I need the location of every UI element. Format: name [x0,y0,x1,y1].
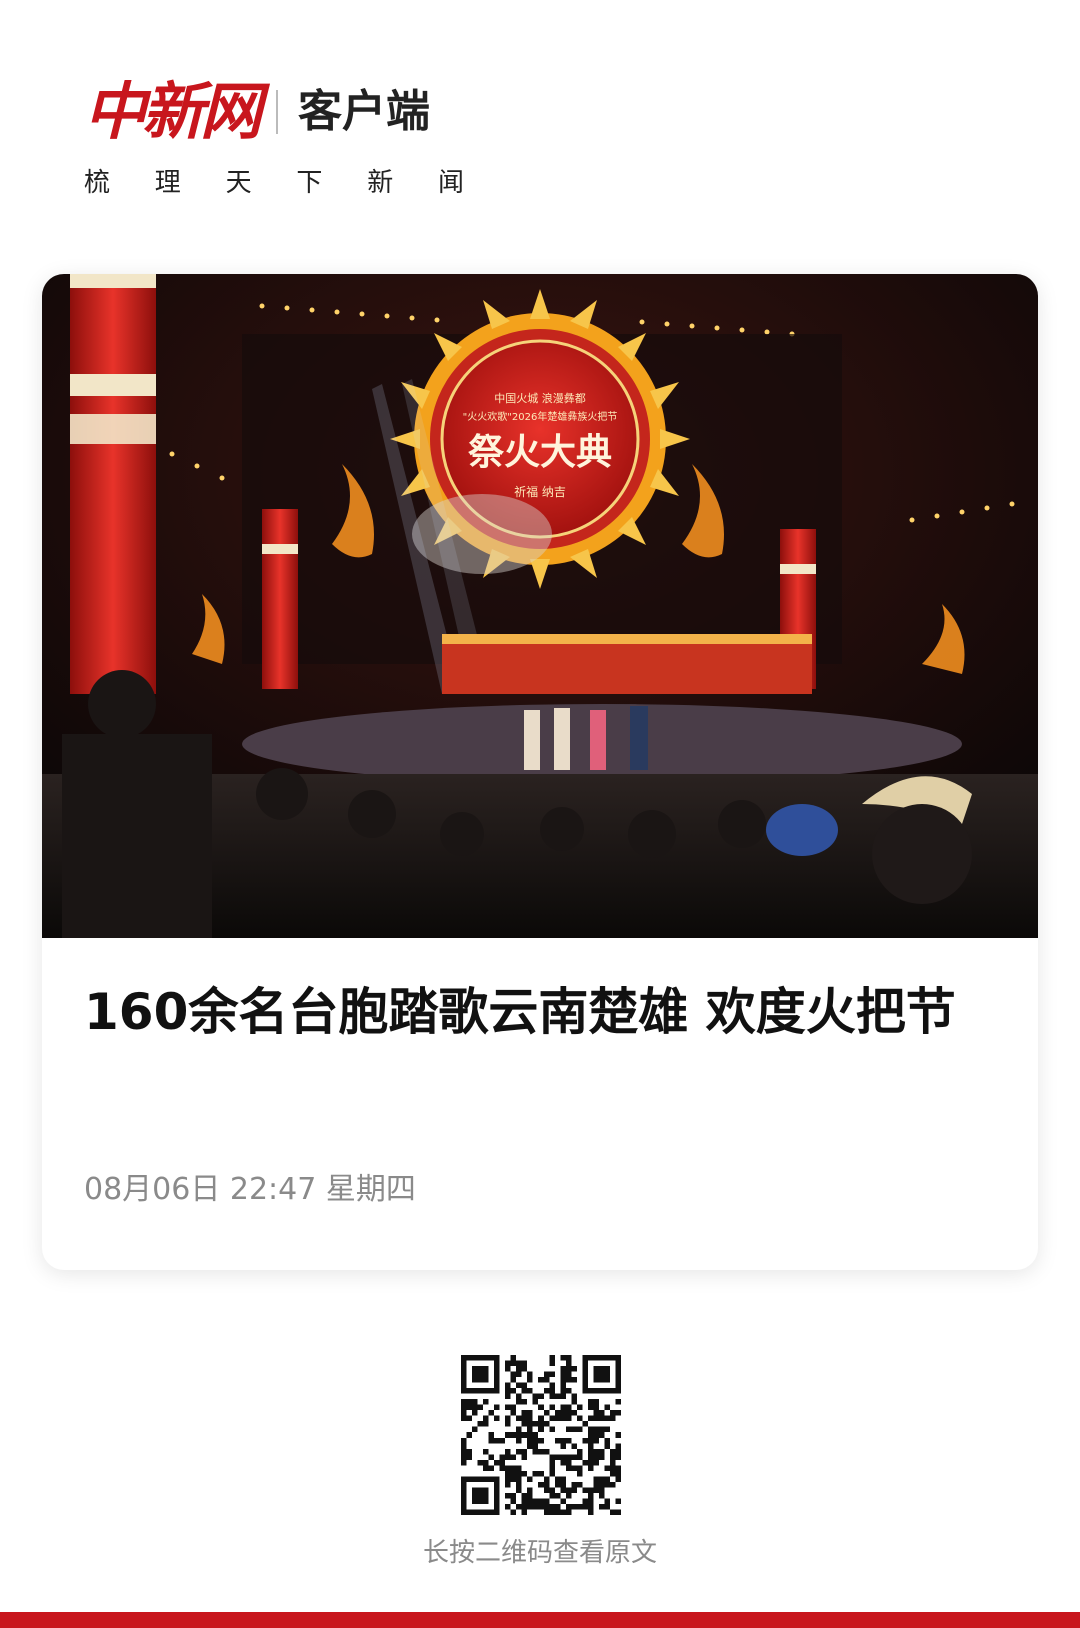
app-header: 中新网 客户端 梳 理 天 下 新 闻 [84,76,504,206]
article-date: 08月06日 22:47 星期四 [84,1172,416,1207]
article-title[interactable]: 160余名台胞踏歌云南楚雄 欢度火把节 [84,974,1004,1050]
screen-sub: 祈福 纳吉 [514,484,566,499]
slogan-char: 理 [154,168,181,198]
logo: 中新网 客户端 [84,76,504,148]
screen-title: 祭火大典 [468,431,612,473]
slogan: 梳 理 天 下 新 闻 [84,162,464,199]
slogan-char: 下 [296,168,323,198]
slogan-char: 新 [367,168,394,198]
logo-divider [276,90,279,134]
slogan-char: 天 [225,168,252,198]
article-card[interactable]: 中国火城 浪漫彝都 "火火欢歌"2026年楚雄彝族火把节 祭火大典 祈福 纳吉 [42,274,1038,1270]
slogan-char: 闻 [437,168,464,198]
client-label: 客户端 [298,86,431,137]
bottom-accent-bar [0,1612,1080,1628]
qr-code[interactable] [461,1355,621,1515]
brand-logo: 中新网 [84,75,262,148]
screen-line2: "火火欢歌"2026年楚雄彝族火把节 [463,410,618,423]
article-photo[interactable]: 中国火城 浪漫彝都 "火火欢歌"2026年楚雄彝族火把节 祭火大典 祈福 纳吉 [42,274,1038,938]
slogan-char: 梳 [84,168,111,198]
qr-caption: 长按二维码查看原文 [422,1538,657,1568]
screen-line1: 中国火城 浪漫彝都 [494,391,586,405]
